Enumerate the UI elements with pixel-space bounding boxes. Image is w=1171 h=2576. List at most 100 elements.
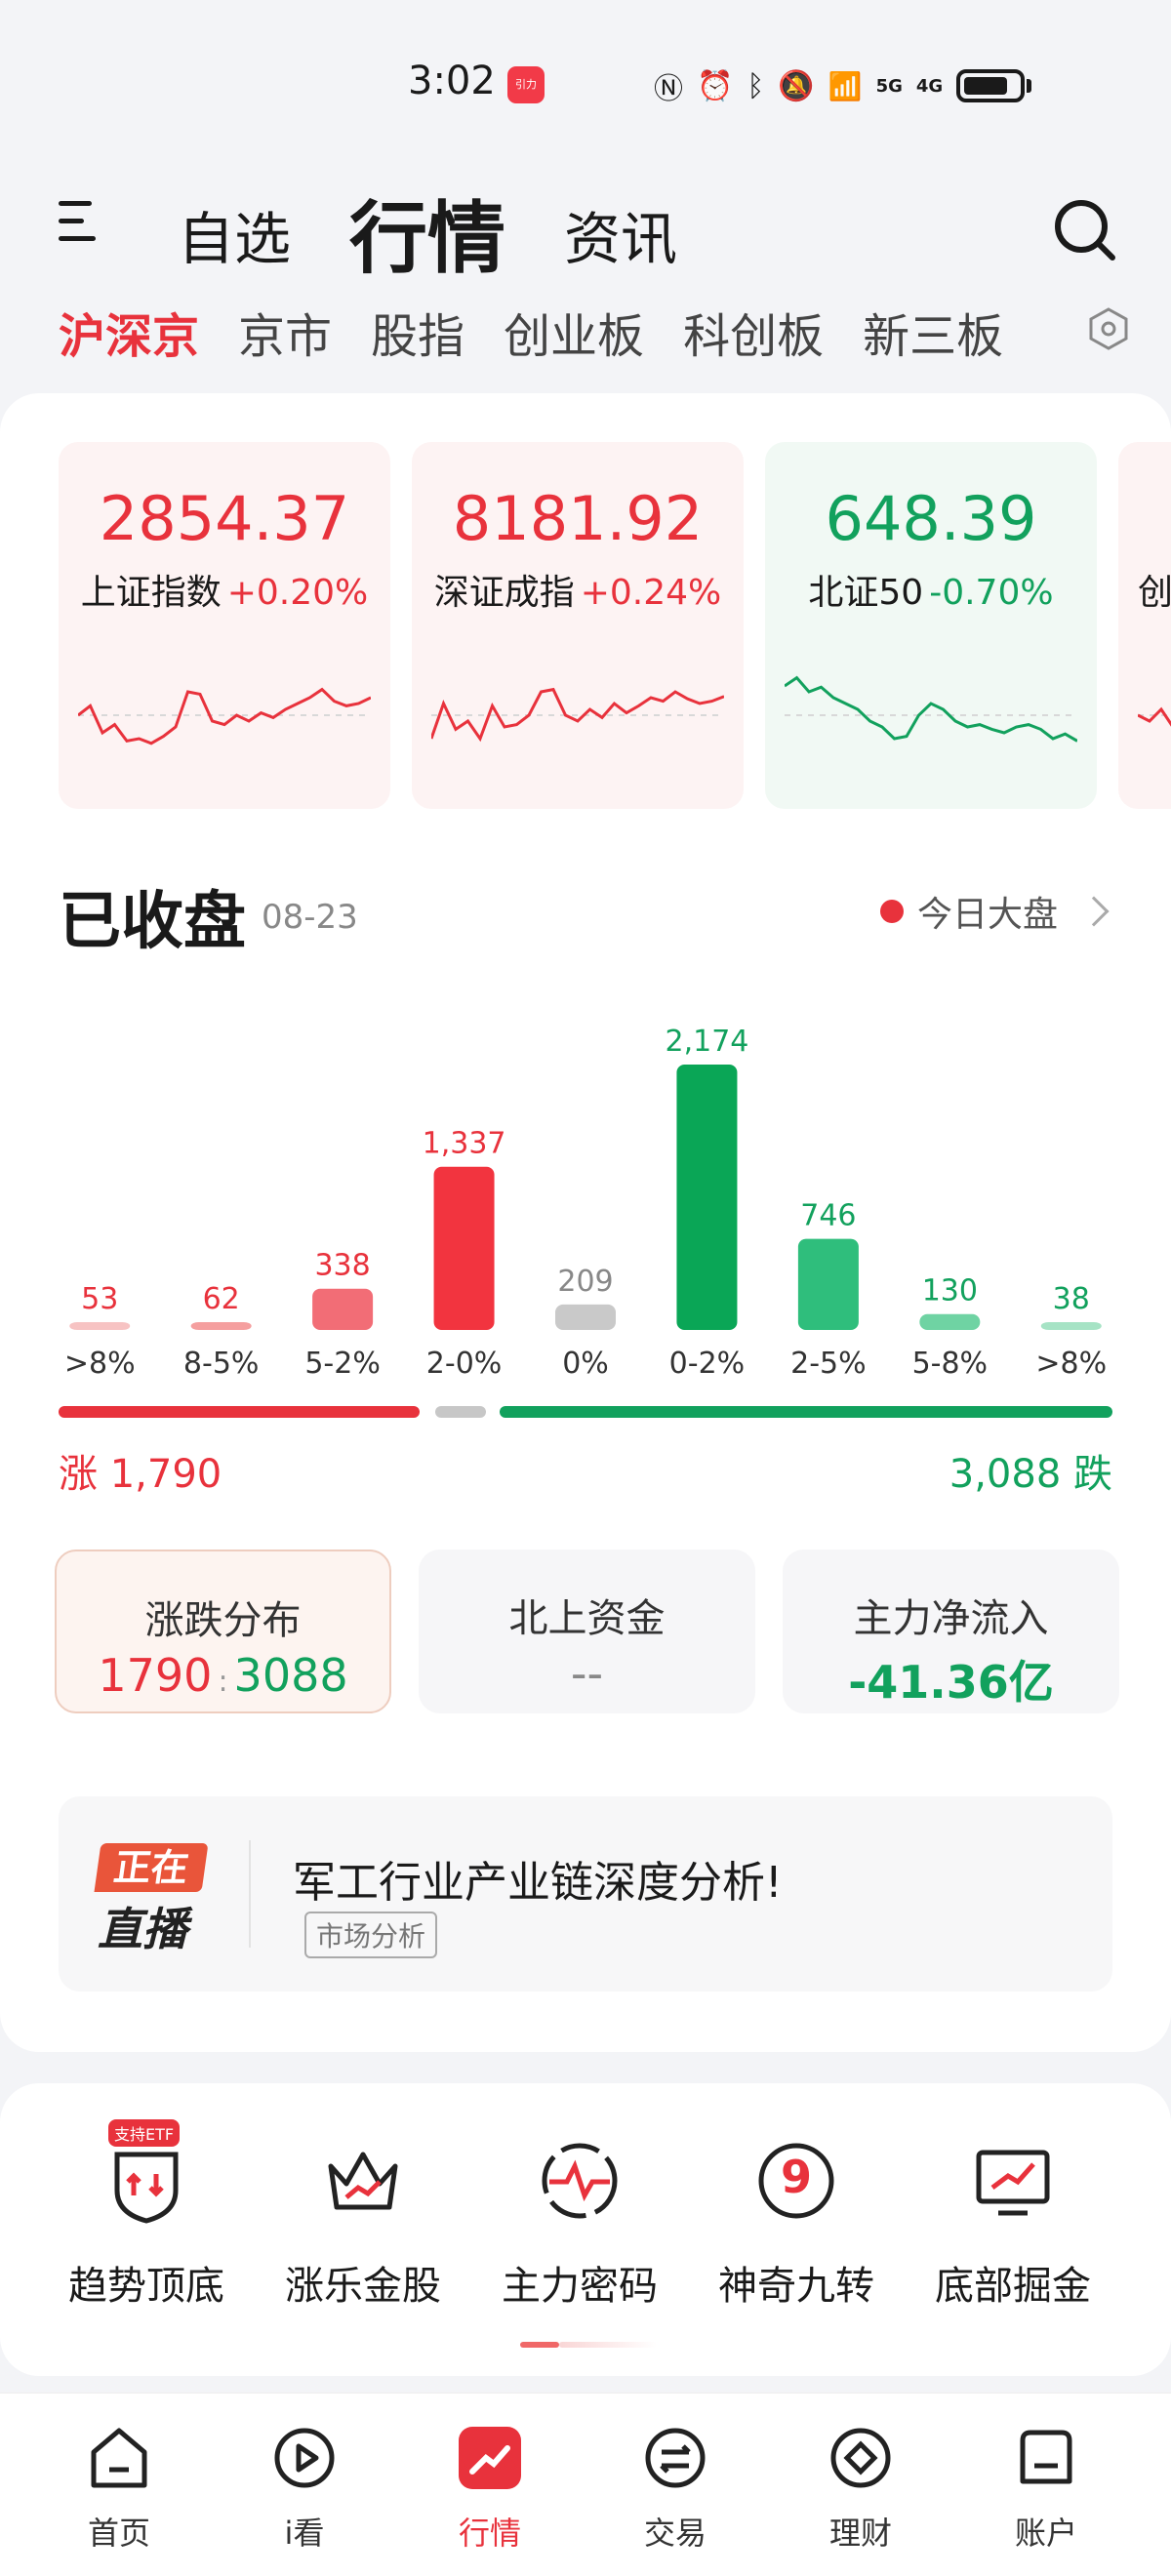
sparkline-path bbox=[78, 687, 371, 745]
mute-icon: 🔕 bbox=[778, 68, 815, 103]
tool-trend-top-bottom[interactable]: 支持ETF 趋势顶底 bbox=[39, 2119, 254, 2311]
tool-bottom-dig[interactable]: 底部掘金 bbox=[906, 2137, 1120, 2311]
distribution-bar bbox=[676, 1065, 738, 1330]
bottom-navigation: 首页 i看 行情 交易 理财 账户 bbox=[0, 2393, 1171, 2576]
distribution-bar bbox=[69, 1322, 131, 1330]
pulse-circle-icon bbox=[536, 2137, 624, 2225]
tool-label: 趋势顶底 bbox=[68, 2264, 224, 2309]
tab-market[interactable]: 行情 bbox=[349, 176, 505, 289]
settings-hexagon-icon[interactable] bbox=[1085, 305, 1132, 352]
tool-main-force-code[interactable]: 主力密码 bbox=[472, 2137, 687, 2311]
flat-ratio-bar bbox=[435, 1406, 486, 1418]
sparkline bbox=[785, 675, 1077, 743]
nav-label: 首页 bbox=[87, 2515, 150, 2552]
distribution-bar bbox=[190, 1322, 252, 1330]
index-change: +0.24% bbox=[580, 573, 722, 613]
bar-category-label: 2-5% bbox=[790, 1347, 867, 1381]
tools-card: 支持ETF 趋势顶底 涨乐金股 主力密码 9 神奇九转 底部掘金 bbox=[0, 2083, 1171, 2376]
monitor-chart-icon bbox=[969, 2137, 1057, 2225]
market-date: 08-23 bbox=[262, 898, 358, 937]
subtab-chinext[interactable]: 创业板 bbox=[504, 298, 644, 366]
bar-category-label: 8-5% bbox=[183, 1347, 260, 1381]
play-circle-icon bbox=[274, 2428, 335, 2488]
tab-news[interactable]: 资讯 bbox=[564, 193, 677, 275]
bar-category-label: 5-8% bbox=[912, 1347, 989, 1381]
tab-watchlist[interactable]: 自选 bbox=[178, 193, 291, 275]
status-time: 3:02 bbox=[408, 59, 496, 103]
sparkline bbox=[431, 687, 724, 743]
bar-category-label: >8% bbox=[1035, 1347, 1107, 1381]
tool-magic-nine[interactable]: 9 神奇九转 bbox=[689, 2137, 904, 2311]
status-icons: Ⓝ ⏰ ᛒ 🔕 📶 5G 4G bbox=[654, 64, 1032, 107]
home-icon bbox=[91, 2428, 147, 2488]
distribution-bar bbox=[919, 1313, 981, 1330]
sparkline bbox=[1138, 706, 1171, 727]
nav-ikan[interactable]: i看 bbox=[226, 2423, 383, 2554]
index-card-partial[interactable]: 创 bbox=[1118, 442, 1171, 809]
live-tag: 市场分析 bbox=[304, 1912, 438, 1958]
index-value: 2854.37 bbox=[99, 483, 350, 554]
bar-value-label: 746 bbox=[800, 1199, 856, 1233]
fall-ratio-bar bbox=[500, 1406, 1112, 1418]
tool-label: 底部掘金 bbox=[935, 2264, 1091, 2309]
today-market-link[interactable]: 今日大盘 bbox=[880, 886, 1110, 937]
stat-label: 涨跌分布 bbox=[144, 1598, 302, 1643]
bar-category-label: >8% bbox=[64, 1347, 136, 1381]
index-name: 深证成指 bbox=[433, 573, 575, 613]
live-badge: 正在 直播 bbox=[94, 1843, 268, 1955]
nav-label: 理财 bbox=[828, 2515, 892, 2552]
bar-category-label: 0-2% bbox=[669, 1347, 746, 1381]
bar-value-label: 62 bbox=[203, 1282, 240, 1316]
index-name-line: 创 bbox=[1118, 564, 1171, 615]
nav-home[interactable]: 首页 bbox=[41, 2423, 197, 2554]
app-notification-icon: 引力 bbox=[507, 66, 545, 103]
index-card-szse[interactable]: 8181.92 深证成指 +0.24% bbox=[412, 442, 744, 809]
bar-value-label: 338 bbox=[314, 1249, 370, 1283]
subtab-star[interactable]: 科创板 bbox=[683, 298, 824, 366]
subtab-bj[interactable]: 京市 bbox=[238, 298, 332, 366]
nav-trade[interactable]: 交易 bbox=[597, 2423, 753, 2554]
stat-label: 北上资金 bbox=[508, 1596, 666, 1641]
index-name: 上证指数 bbox=[80, 573, 222, 613]
nav-wealth[interactable]: 理财 bbox=[783, 2423, 939, 2554]
nav-label: i看 bbox=[284, 2515, 325, 2552]
exchange-icon bbox=[645, 2428, 706, 2488]
search-icon[interactable] bbox=[1052, 197, 1116, 262]
bar-value-label: 130 bbox=[922, 1274, 978, 1308]
subtab-index[interactable]: 股指 bbox=[371, 298, 464, 366]
market-status-title: 已收盘 bbox=[59, 886, 246, 958]
nav-market[interactable]: 行情 bbox=[412, 2423, 568, 2554]
distribution-bar bbox=[312, 1288, 374, 1330]
distribution-bar bbox=[797, 1238, 859, 1330]
live-badge-top: 正在 bbox=[94, 1843, 209, 1892]
subtab-neeq[interactable]: 新三板 bbox=[863, 298, 1003, 366]
bluetooth-icon: ᛒ bbox=[747, 68, 765, 103]
bar-value-label: 1,337 bbox=[423, 1127, 506, 1161]
nav-label: 行情 bbox=[458, 2515, 521, 2552]
tool-label: 神奇九转 bbox=[718, 2264, 874, 2309]
bar-value-label: 2,174 bbox=[665, 1025, 748, 1059]
index-change: +0.20% bbox=[226, 573, 369, 613]
divider bbox=[249, 1840, 251, 1948]
bar-value-label: 209 bbox=[557, 1265, 613, 1299]
battery-tip bbox=[1027, 79, 1032, 93]
live-badge-bottom: 直播 bbox=[98, 1903, 187, 1955]
live-dot-icon bbox=[880, 900, 904, 923]
nav-account[interactable]: 账户 bbox=[968, 2423, 1124, 2554]
stat-card-main-inflow[interactable]: 主力净流入 -41.36亿 bbox=[783, 1550, 1119, 1713]
subtab-hsj[interactable]: 沪深京 bbox=[59, 298, 199, 366]
rise-count: 涨 1,790 bbox=[59, 1452, 222, 1497]
stat-card-distribution[interactable]: 涨跌分布 1790:3088 bbox=[55, 1550, 391, 1713]
live-broadcast-banner[interactable]: 正在 直播 军工行业产业链深度分析! 市场分析 bbox=[59, 1796, 1112, 1992]
today-market-label: 今日大盘 bbox=[917, 895, 1059, 935]
stat-card-northbound[interactable]: 北上资金 -- bbox=[419, 1550, 755, 1713]
index-card-sse[interactable]: 2854.37 上证指数 +0.20% bbox=[59, 442, 390, 809]
index-card-bse50[interactable]: 648.39 北证50 -0.70% bbox=[765, 442, 1097, 809]
tool-gold-stocks[interactable]: 涨乐金股 bbox=[256, 2137, 470, 2311]
page-indicator-active bbox=[520, 2342, 559, 2348]
signal-4g-icon: 4G bbox=[915, 75, 944, 97]
bar-value-label: 53 bbox=[81, 1282, 118, 1316]
page-indicator-track bbox=[559, 2342, 657, 2348]
menu-icon[interactable] bbox=[59, 197, 100, 246]
bar-value-label: 38 bbox=[1053, 1282, 1090, 1316]
